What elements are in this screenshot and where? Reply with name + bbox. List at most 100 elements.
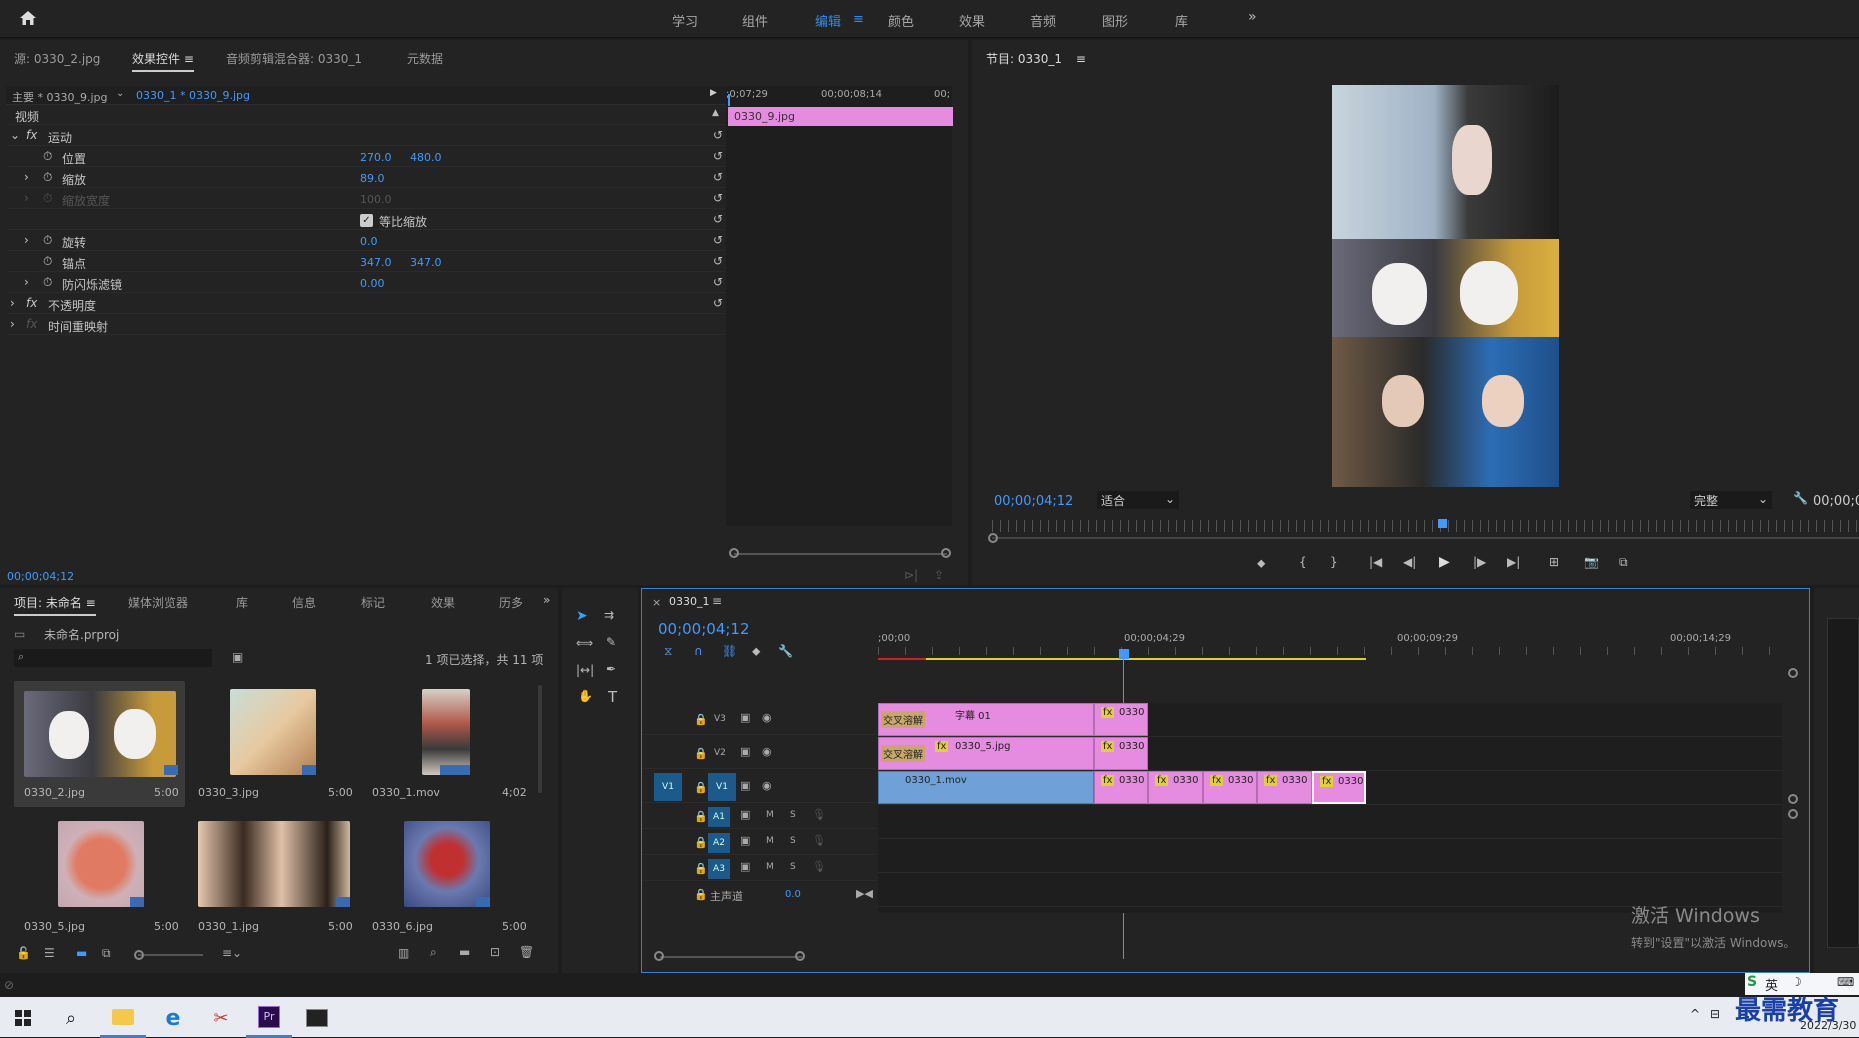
clip-v3-b[interactable]: fx 0330 <box>1094 703 1148 736</box>
mute-button[interactable]: M <box>766 810 774 820</box>
track-lock-icon[interactable]: 🔒 <box>694 781 708 794</box>
expand-chevron-icon[interactable]: › <box>24 170 29 184</box>
tab-source[interactable]: 源: 0330_2.jpg <box>14 50 100 67</box>
microphone-icon[interactable]: 🎙 <box>812 860 826 873</box>
mute-button[interactable]: M <box>766 836 774 846</box>
param-value-y[interactable]: 347.0 <box>410 256 442 269</box>
scroll-handle-left[interactable] <box>654 951 664 961</box>
track-lock-icon[interactable]: 🔒 <box>694 747 708 760</box>
effect-timecode[interactable]: 00;00;04;12 <box>7 570 74 583</box>
track-header-v1[interactable]: V1 🔒 V1 ▣ ◉ <box>642 771 876 803</box>
solo-button[interactable]: S <box>790 862 796 872</box>
project-item[interactable]: 0330_3.jpg 5:00 <box>188 681 359 807</box>
effect-row-antiflicker[interactable]: › ⏱ 防闪烁滤镜 0.00 ↺ <box>8 273 725 293</box>
new-bin-icon[interactable]: ▬ <box>459 945 470 959</box>
quality-dropdown[interactable]: 完整 ⌄ <box>1690 491 1772 509</box>
tab-program[interactable]: 节目: 0330_1 ≡ <box>986 50 1086 67</box>
track-header-v2[interactable]: 🔒 V2 ▣ ◉ <box>642 737 876 769</box>
effect-row-uniform-scale[interactable]: ✓ 等比缩放 ↺ <box>8 210 725 230</box>
timeline-ruler[interactable]: ;00;00 00;00;04;29 00;00;09;29 00;00;14;… <box>878 633 1782 665</box>
mini-playhead[interactable] <box>728 94 730 106</box>
track-lock-icon[interactable]: 🔒 <box>694 888 708 901</box>
mark-in-icon[interactable]: { <box>1299 555 1307 569</box>
project-item[interactable]: 0330_1.jpg 5:00 <box>188 815 359 941</box>
panel-menu-icon[interactable]: ≡ <box>82 596 96 610</box>
snap-icon[interactable]: ∩ <box>694 644 703 658</box>
track-header-a1[interactable]: 🔒 A1 ▣ M S 🎙 <box>642 805 876 829</box>
filter-icon[interactable]: ⊳| <box>904 568 918 582</box>
tab-history[interactable]: 历多 <box>499 594 523 611</box>
freeform-view-icon[interactable]: ⧉ <box>102 946 111 961</box>
timeline-timecode[interactable]: 00;00;04;12 <box>658 620 750 638</box>
source-patch-v1[interactable]: V1 <box>654 773 682 801</box>
expand-chevron-icon[interactable]: › <box>24 233 29 247</box>
sync-lock-icon[interactable]: ▣ <box>740 745 750 758</box>
sort-icon[interactable]: ≡⌄ <box>222 946 242 960</box>
scroll-handle-right[interactable] <box>941 548 951 558</box>
scroll-handle-left[interactable] <box>729 548 739 558</box>
workspace-audio[interactable]: 音频 <box>1030 11 1056 30</box>
list-view-icon[interactable]: ☰ <box>44 946 55 960</box>
tab-markers[interactable]: 标记 <box>361 594 385 611</box>
snipping-tool-icon[interactable]: ✂ <box>198 998 244 1038</box>
effect-row-opacity[interactable]: › fx 不透明度 ↺ <box>8 294 725 314</box>
expand-chevron-icon[interactable]: › <box>10 296 15 310</box>
eye-icon[interactable]: ◉ <box>762 711 772 724</box>
fit-dropdown[interactable]: 适合 ⌄ <box>1097 491 1179 509</box>
taskbar-date[interactable]: 2022/3/30 <box>1800 1019 1856 1032</box>
eye-icon[interactable]: ◉ <box>762 779 772 792</box>
file-explorer-icon[interactable] <box>100 998 146 1038</box>
close-icon[interactable]: × <box>652 596 661 609</box>
program-timecode[interactable]: 00;00;04;12 <box>994 494 1073 509</box>
clip-v1-video[interactable]: 0330_1.mov <box>878 771 1094 804</box>
program-zoom-bar[interactable] <box>992 537 1859 539</box>
effect-row-time-remap[interactable]: › fx 时间重映射 <box>8 315 725 335</box>
param-value-y[interactable]: 480.0 <box>410 151 442 164</box>
new-item-icon[interactable]: ⊡ <box>490 945 500 959</box>
selection-tool-icon[interactable]: ➤ <box>576 608 588 624</box>
clip-v2-b[interactable]: fx 0330 <box>1094 737 1148 770</box>
step-back-icon[interactable]: ◀| <box>1403 555 1416 569</box>
collapse-up-icon[interactable]: ▲ <box>712 108 719 118</box>
project-item[interactable]: 0330_2.jpg 5:00 <box>14 681 185 807</box>
clip-v1-c[interactable]: fx 0330 <box>1148 771 1203 804</box>
reset-icon[interactable]: ↺ <box>713 233 723 247</box>
zoom-slider[interactable] <box>138 954 203 956</box>
workspace-menu-icon[interactable]: ≡ <box>853 12 864 27</box>
program-video-frame[interactable] <box>1332 85 1559 487</box>
track-lock-icon[interactable]: 🔒 <box>694 836 708 849</box>
workspace-overflow-icon[interactable]: » <box>1248 9 1257 25</box>
track-header-a3[interactable]: 🔒 A3 ▣ M S 🎙 <box>642 857 876 881</box>
go-to-in-icon[interactable]: |◀ <box>1369 555 1382 569</box>
track-target-v1[interactable]: V1 <box>708 773 736 801</box>
project-item[interactable]: 0330_5.jpg 5:00 <box>14 815 185 941</box>
tray-chevron-icon[interactable]: ^ <box>1690 1007 1700 1021</box>
tab-audio-mixer[interactable]: 音频剪辑混合器: 0330_1 <box>226 50 362 67</box>
icon-view-icon[interactable]: ▬ <box>76 946 87 960</box>
razor-tool-icon[interactable]: ✎ <box>606 635 616 649</box>
wrench-icon[interactable]: 🔧 <box>778 644 793 658</box>
mute-button[interactable]: M <box>766 862 774 872</box>
workspace-learn[interactable]: 学习 <box>672 11 698 30</box>
track-header-v3[interactable]: 🔒 V3 ▣ ◉ <box>642 703 876 735</box>
search-icon[interactable]: ⌕ <box>48 998 94 1038</box>
stopwatch-icon[interactable]: ⏱ <box>43 233 52 248</box>
mark-out-icon[interactable]: } <box>1330 555 1338 569</box>
sync-lock-icon[interactable]: ▣ <box>740 779 750 792</box>
fx-icon[interactable]: fx <box>26 128 37 142</box>
microphone-icon[interactable]: 🎙 <box>812 808 826 821</box>
tab-project[interactable]: 项目: 未命名 ≡ <box>14 594 96 616</box>
param-value-x[interactable]: 347.0 <box>360 256 392 269</box>
clip-dropdown-icon[interactable]: ⌄ <box>116 88 124 99</box>
effect-mini-timeline[interactable]: ;0;07;29 00;00;08;14 00; 0330_9.jpg <box>726 86 953 526</box>
stopwatch-icon[interactable]: ⏱ <box>43 170 52 185</box>
timeline-playhead[interactable] <box>1119 649 1129 659</box>
transition-label[interactable]: 交叉溶解 <box>881 711 925 728</box>
clip-v1-b[interactable]: fx 0330 <box>1094 771 1148 804</box>
tab-media-browser[interactable]: 媒体浏览器 <box>128 594 188 611</box>
track-header-master[interactable]: 🔒 主声道 0.0 ▶◀ <box>642 883 876 907</box>
program-scrub-ruler[interactable] <box>992 520 1859 532</box>
ripple-edit-tool-icon[interactable]: ⟺ <box>576 636 593 650</box>
new-bin-from-search-icon[interactable]: ▣ <box>232 650 243 664</box>
project-item[interactable]: 0330_6.jpg 5:00 <box>362 815 533 941</box>
